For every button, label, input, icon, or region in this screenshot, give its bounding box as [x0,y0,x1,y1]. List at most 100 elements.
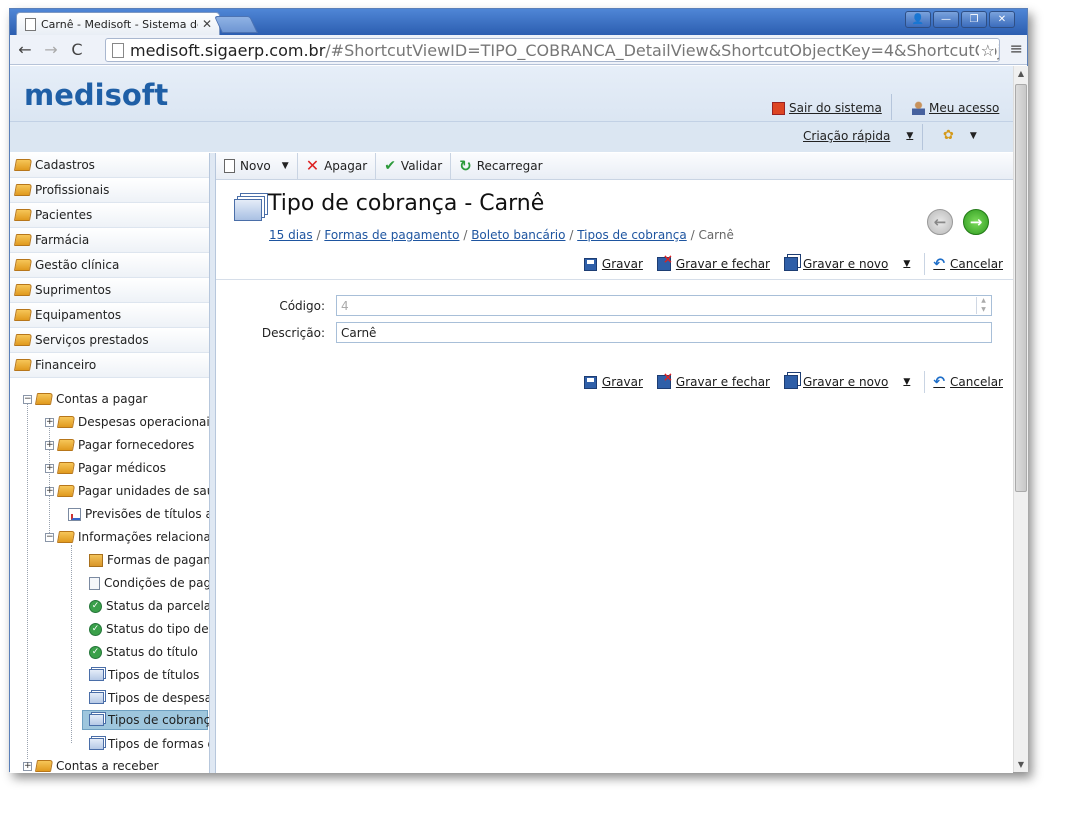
scroll-thumb[interactable] [1015,84,1027,492]
tree-node-status-parcela[interactable]: ✓ Status da parcela c [89,596,214,616]
descricao-field[interactable]: Carnê [336,322,992,343]
breadcrumb-link[interactable]: Tipos de cobrança [577,228,687,242]
chevron-down-icon[interactable]: ▼ [903,259,910,269]
collapse-icon[interactable]: − [23,394,32,404]
url-path: /#ShortcutViewID=TIPO_COBRANCA_DetailVie… [325,40,999,60]
my-access-link[interactable]: Meu acesso [912,101,999,115]
tree-node-condicoes[interactable]: Condições de paga [89,573,214,593]
nav-group-item[interactable]: Pacientes [10,203,214,228]
codigo-row: Código: 4 ▲ ▼ [216,295,1013,317]
tree-node-label: Status do tipo de ‹ [106,622,215,636]
scroll-down-icon[interactable]: ▼ [1014,760,1028,769]
reload-button[interactable]: ↻ Recarregar [451,153,550,180]
tree-node-status-titulo[interactable]: ✓ Status do título [89,642,198,662]
bookmark-star-icon[interactable]: ☆ [978,41,995,60]
quick-create-menu[interactable]: Criação rápida ▼ [803,129,913,143]
collapse-icon[interactable]: − [45,532,54,542]
address-bar[interactable]: medisoft.sigaerp.com.br /#ShortcutViewID… [105,38,1000,62]
spin-down-icon[interactable]: ▼ [977,306,990,315]
nav-group-item[interactable]: Profissionais [10,178,214,203]
save-new-button[interactable]: Gravar e novo ▼ [784,375,910,389]
breadcrumb-separator: / [316,228,321,242]
chevron-down-icon[interactable]: ▼ [903,377,910,387]
previous-record-icon[interactable]: ← [927,209,953,235]
delete-button[interactable]: ✕ Apagar [298,152,377,180]
nav-group-item[interactable]: Serviços prestados [10,328,214,353]
scroll-up-icon[interactable]: ▲ [1014,69,1028,78]
close-tab-icon[interactable]: ✕ [202,17,212,31]
window-controls: 👤 — ❐ ✕ [905,11,1015,28]
folder-icon [13,209,33,221]
browser-tab[interactable]: Carnê - Medisoft - Sistema de ✕ [16,12,220,35]
save-button[interactable]: Gravar [583,375,643,389]
new-button[interactable]: Novo ▼ [216,152,298,180]
folder-icon [56,531,76,543]
tree-node-status-tipo[interactable]: ✓ Status do tipo de ‹ [89,619,215,639]
tree-node-pagar-medicos[interactable]: + Pagar médicos [45,458,166,478]
next-record-icon[interactable]: → [963,209,989,235]
spinner[interactable]: ▲ ▼ [976,297,990,314]
nav-group-item[interactable]: Financeiro [10,353,214,378]
minimize-icon[interactable]: — [933,11,959,28]
expand-icon[interactable]: + [23,761,32,771]
tree-node-tipos-titulos[interactable]: Tipos de títulos [89,665,199,685]
tree-node-tipos-cobranca[interactable]: Tipos de cobrança [82,710,214,730]
tree-node-contas-receber[interactable]: + Contas a receber [23,756,159,773]
expand-icon[interactable]: + [45,440,54,450]
nav-group-item[interactable]: Equipamentos [10,303,214,328]
panel-splitter[interactable] [209,153,216,773]
save-label: Gravar [601,257,643,271]
tree-node-formas[interactable]: Formas de pagame [89,550,214,570]
restore-icon[interactable]: ❐ [961,11,987,28]
codigo-label: Código: [279,299,325,313]
close-window-icon[interactable]: ✕ [989,11,1015,28]
logout-link[interactable]: Sair do sistema [772,101,882,115]
cancel-button[interactable]: ↶ Cancelar [933,256,1003,272]
new-tab-button[interactable] [214,16,258,33]
check-circle-icon: ✓ [89,622,102,636]
expand-icon[interactable]: + [45,463,54,473]
breadcrumb-link[interactable]: Formas de pagamento [324,228,459,242]
save-button[interactable]: Gravar [583,257,643,271]
tree-node-contas-pagar[interactable]: − Contas a pagar [23,389,148,409]
refresh-icon: ↻ [459,157,472,175]
cancel-button[interactable]: ↶ Cancelar [933,374,1003,390]
tree-node-pagar-fornecedores[interactable]: + Pagar fornecedores [45,435,194,455]
save-new-button[interactable]: Gravar e novo ▼ [784,257,910,271]
tree-node-previsoes[interactable]: Previsões de títulos a p [68,504,214,524]
chevron-down-icon[interactable]: ▼ [282,161,289,171]
theme-menu[interactable]: ✿ ▼ [943,128,977,143]
tree-node-label: Contas a receber [56,759,159,773]
expand-icon[interactable]: + [45,417,54,427]
reload-icon[interactable]: C [66,40,88,59]
menu-icon[interactable]: ≡ [1010,39,1023,58]
nav-group-item[interactable]: Suprimentos [10,278,214,303]
codigo-field[interactable]: 4 ▲ ▼ [336,295,992,316]
folder-icon [56,416,76,428]
nav-group-item[interactable]: Gestão clínica [10,253,214,278]
spin-up-icon[interactable]: ▲ [977,297,990,306]
back-arrow-icon[interactable]: ← [14,40,36,59]
tree-node-informacoes[interactable]: − Informações relacionac [45,527,214,547]
folder-icon [13,259,33,271]
vertical-scrollbar[interactable]: ▲ ▼ [1013,66,1028,772]
cards-icon [89,692,104,704]
breadcrumb-link[interactable]: 15 dias [269,228,313,242]
tree-node-pagar-unidades[interactable]: + Pagar unidades de saú [45,481,214,501]
save-close-button[interactable]: Gravar e fechar [656,252,770,271]
chevron-down-icon: ▼ [906,131,914,141]
user-icon[interactable]: 👤 [905,11,931,28]
forward-arrow-icon[interactable]: → [40,40,62,59]
tree-node-tipos-formas[interactable]: Tipos de formas de [89,734,214,754]
page-header: Tipo de cobrança - Carnê [234,191,544,221]
expand-icon[interactable]: + [45,486,54,496]
tree-node-tipos-despesa[interactable]: Tipos de despesa [89,688,212,708]
nav-group-label: Equipamentos [35,308,122,322]
save-close-button[interactable]: Gravar e fechar [656,370,770,389]
validate-button[interactable]: ✔ Validar [376,152,452,180]
breadcrumb-link[interactable]: Boleto bancário [471,228,565,242]
record-navigation: ← → [927,209,989,235]
nav-group-item[interactable]: Cadastros [10,153,214,178]
tree-node-despesas[interactable]: + Despesas operacionais [45,412,214,432]
nav-group-item[interactable]: Farmácia [10,228,214,253]
